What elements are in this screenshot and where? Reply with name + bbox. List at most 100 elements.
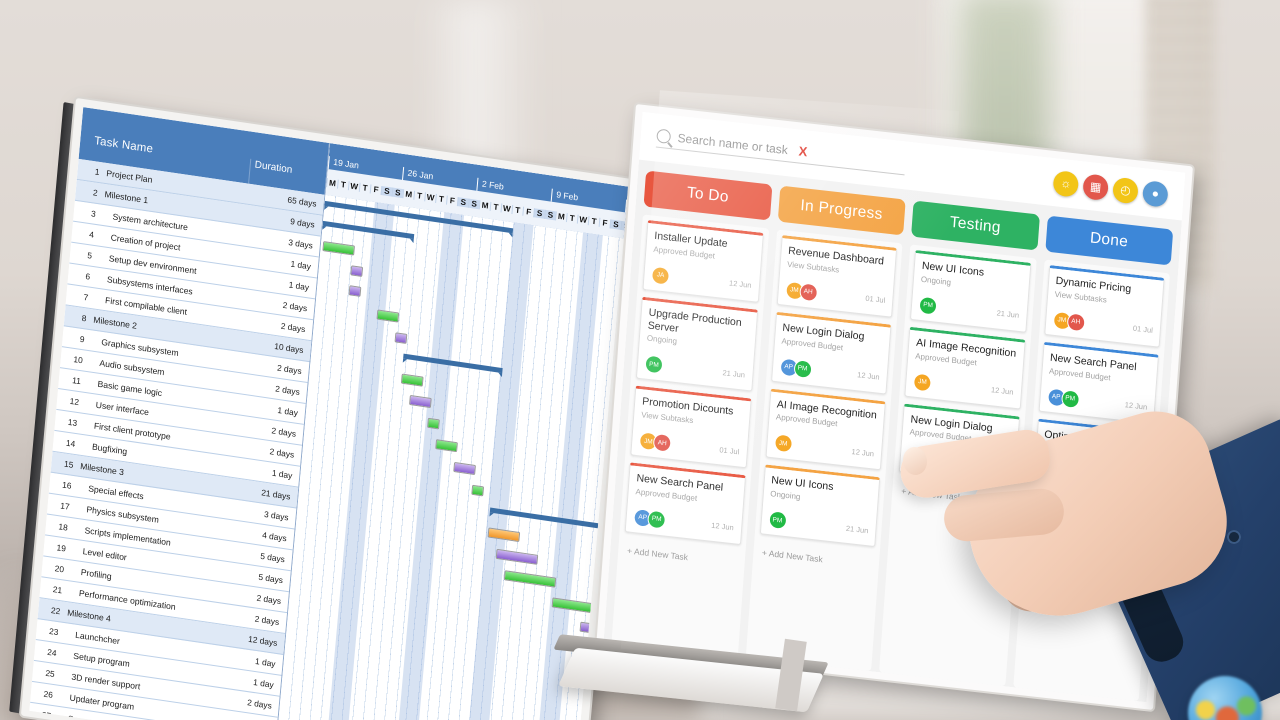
gantt-row-list: 1 Project Plan 65 days 2 Milestone 19 days 3 S… bbox=[29, 158, 325, 720]
avatar[interactable]: PM bbox=[921, 450, 941, 471]
card-date: 12 Jun bbox=[990, 385, 1014, 397]
timeline-day-label: T bbox=[413, 190, 426, 201]
timeline-day-label: M bbox=[555, 210, 567, 222]
avatar[interactable]: PM bbox=[767, 510, 788, 531]
avatar[interactable]: JM bbox=[773, 433, 793, 454]
gantt-bar[interactable] bbox=[403, 353, 503, 374]
avatar[interactable]: PM bbox=[1060, 388, 1080, 409]
avatar[interactable]: AH bbox=[798, 282, 818, 303]
user-icon[interactable]: ● bbox=[1141, 179, 1169, 208]
timeline-day-label: W bbox=[424, 191, 436, 203]
row-number: 14 bbox=[65, 437, 76, 449]
row-number: 24 bbox=[46, 646, 58, 659]
avatar[interactable]: PM bbox=[644, 354, 664, 375]
gantt-bar[interactable] bbox=[400, 373, 424, 387]
calculator-icon[interactable]: ▦ bbox=[1082, 172, 1110, 201]
kanban-card[interactable]: Upgrade Production Server Ongoing PM 21 Jun bbox=[635, 296, 758, 392]
kanban-card[interactable]: New Search Panel Approved Budget AP PM 12 Ju… bbox=[624, 462, 746, 546]
search-input[interactable]: Search name or task bbox=[677, 130, 788, 156]
gantt-bar[interactable] bbox=[322, 220, 415, 240]
gantt-bar[interactable] bbox=[350, 265, 364, 277]
column-card-list: Installer Update Approved Budget JA 12 Jun U… bbox=[611, 214, 769, 657]
avatar[interactable]: JA bbox=[650, 265, 671, 286]
timeline-day-label: F bbox=[598, 217, 611, 228]
kanban-card[interactable]: AI Image Recognition Approved Budget JM 12 … bbox=[904, 326, 1026, 410]
row-number: 3 bbox=[90, 208, 97, 219]
kanban-card[interactable]: New UI Icons Ongoing PM 21 Jun bbox=[759, 464, 881, 548]
clock-icon[interactable]: ◴ bbox=[1112, 176, 1139, 204]
add-new-task-button[interactable]: + Add New Task bbox=[1024, 584, 1142, 621]
card-date: 12 Jun bbox=[856, 370, 880, 382]
avatar[interactable]: PM bbox=[792, 358, 813, 379]
gantt-bar[interactable] bbox=[503, 570, 557, 588]
add-new-task-button[interactable]: + Add New Task bbox=[896, 480, 1014, 517]
gantt-bar[interactable] bbox=[453, 461, 476, 476]
avatar[interactable]: PM bbox=[647, 509, 667, 530]
add-new-task-button[interactable]: + Add New Task bbox=[757, 541, 875, 578]
kanban-card[interactable]: Optimize Loading Time Ongoing PM 21 Jun bbox=[1031, 418, 1154, 514]
gantt-bar[interactable] bbox=[348, 285, 362, 297]
timeline-day-label: S bbox=[533, 207, 545, 219]
kanban-card[interactable]: Revenue Dashboard View Subtasks JM AH 01 Jul bbox=[776, 234, 898, 318]
avatar[interactable]: PM bbox=[1034, 553, 1054, 573]
timeline-day-label: T bbox=[435, 193, 447, 204]
card-footer: PM 21 Jun bbox=[918, 295, 1019, 325]
column-header[interactable]: Testing bbox=[911, 200, 1040, 251]
search-icon bbox=[656, 128, 672, 144]
card-footer: JA 12 Jun bbox=[650, 265, 752, 294]
timeline-day-label: F bbox=[522, 206, 535, 217]
card-date: 21 Jun bbox=[722, 368, 746, 380]
row-number: 17 bbox=[59, 500, 71, 512]
kanban-card[interactable]: New UI Icons Ongoing PM 21 Jun bbox=[909, 249, 1031, 333]
timeline-day-label: S bbox=[544, 209, 556, 220]
toolbar-icons: ☼ ▦ ◴ ● bbox=[1052, 169, 1169, 208]
timeline-day-label: M bbox=[326, 177, 338, 189]
timeline-day-label: S bbox=[456, 196, 469, 208]
clear-search-icon[interactable]: X bbox=[798, 143, 808, 159]
column-header[interactable]: To Do bbox=[643, 170, 772, 221]
card-footer: JM 12 Jun bbox=[912, 372, 1014, 401]
gantt-bar[interactable] bbox=[427, 417, 440, 430]
kanban-card[interactable]: Promotion Dicounts View Subtasks JM AH 01 Ju… bbox=[630, 385, 752, 469]
idea-icon[interactable]: ☼ bbox=[1052, 169, 1080, 198]
column-card-list: New UI Icons Ongoing PM 21 Jun AI Image Reco… bbox=[879, 244, 1037, 687]
row-number: 5 bbox=[86, 250, 93, 261]
avatar[interactable]: AH bbox=[652, 432, 672, 453]
card-date: 01 Jul bbox=[719, 444, 740, 457]
card-date: 01 Jul bbox=[865, 293, 886, 306]
row-number: 25 bbox=[45, 667, 56, 680]
avatar[interactable]: PM bbox=[918, 295, 938, 316]
gantt-app: Task Name Duration 1 Project Plan 65 days 2… bbox=[29, 107, 629, 720]
column-header[interactable]: Done bbox=[1044, 215, 1174, 266]
column-header[interactable]: In Progress bbox=[777, 185, 906, 236]
avatar[interactable]: AH bbox=[1066, 312, 1086, 333]
timeline-day-label: T bbox=[565, 212, 578, 224]
avatar[interactable]: JM bbox=[912, 372, 933, 393]
card-date: 12 Jun bbox=[985, 461, 1009, 474]
kanban-card[interactable]: Installer Update Approved Budget JA 12 Jun bbox=[642, 219, 764, 303]
kanban-card[interactable]: Keyword Sorting Ongoing PM 21 Jun bbox=[1025, 507, 1147, 591]
gantt-bar[interactable] bbox=[409, 394, 432, 409]
timeline-day-label: W bbox=[576, 214, 589, 225]
card-date: 12 Jun bbox=[851, 446, 875, 459]
card-date: 21 Jun bbox=[1117, 489, 1141, 502]
kanban-card[interactable]: New Login Dialog Approved Budget AP PM 12 Ju… bbox=[770, 311, 892, 395]
kanban-card[interactable]: AI Image Recognition Approved Budget JM 12 … bbox=[764, 388, 886, 471]
add-new-task-button[interactable]: + Add New Task bbox=[622, 539, 740, 576]
row-number: 15 bbox=[63, 458, 74, 470]
card-footer: JM AH 01 Jul bbox=[1052, 310, 1153, 340]
kanban-card[interactable]: New Login Dialog Approved Budget AP PM 12 Ju… bbox=[898, 403, 1020, 486]
row-number: 6 bbox=[85, 270, 91, 282]
card-footer: JM AH 01 Jul bbox=[784, 280, 886, 309]
gantt-screen: Task Name Duration 1 Project Plan 65 days 2… bbox=[29, 107, 629, 720]
gantt-bar[interactable] bbox=[471, 484, 485, 497]
card-footer: AP PM 12 Jun bbox=[779, 357, 880, 386]
gantt-bar[interactable] bbox=[394, 332, 408, 344]
timeline-day-label: F bbox=[446, 194, 458, 206]
avatar[interactable]: PM bbox=[1039, 476, 1060, 497]
kanban-card[interactable]: New Search Panel Approved Budget AP PM 12 Ju… bbox=[1038, 341, 1160, 425]
kanban-card[interactable]: Dynamic Pricing View Subtasks JM AH 01 Jul bbox=[1043, 264, 1165, 348]
photo-scene: Task Name Duration 1 Project Plan 65 days 2… bbox=[0, 0, 1280, 720]
gantt-bar[interactable] bbox=[322, 241, 355, 256]
card-date: 12 Jun bbox=[728, 278, 752, 291]
